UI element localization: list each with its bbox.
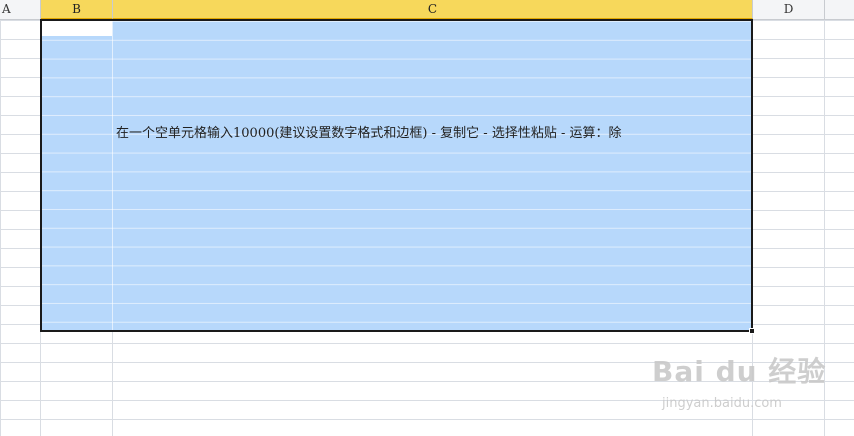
selection-column-divider: [112, 21, 113, 330]
column-label-a: A: [2, 2, 11, 16]
selected-range[interactable]: [40, 19, 753, 332]
column-header-row: A B C D: [0, 0, 854, 20]
column-header-a[interactable]: A: [0, 0, 41, 19]
column-header-e[interactable]: [825, 0, 854, 19]
active-cell[interactable]: [42, 21, 112, 36]
column-label-c: C: [427, 2, 438, 16]
watermark-url: jingyan.baidu.com: [662, 396, 782, 411]
cell-text: 在一个空单元格输入10000(建议设置数字格式和边框) - 复制它 - 选择性粘…: [116, 126, 622, 141]
column-header-b[interactable]: B: [41, 0, 113, 19]
column-header-c[interactable]: C: [113, 0, 753, 19]
watermark-logo: Bai du 经验: [652, 355, 827, 388]
column-label-b: B: [72, 2, 81, 16]
column-header-d[interactable]: D: [753, 0, 825, 19]
watermark: Bai du 经验 jingyan.baidu.com: [652, 350, 842, 430]
column-label-d: D: [783, 2, 794, 16]
fill-handle[interactable]: [749, 328, 755, 334]
